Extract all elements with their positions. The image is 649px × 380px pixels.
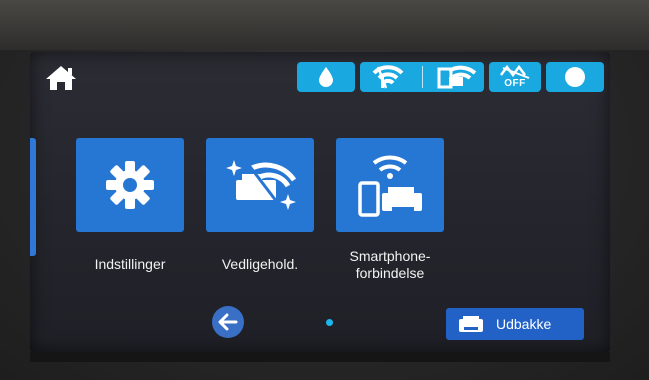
printer-tray-icon xyxy=(459,316,483,332)
wireless-off-label: OFF xyxy=(504,78,526,89)
home-icon xyxy=(46,66,76,90)
wifi-off-icon xyxy=(500,65,530,79)
ink-status-button[interactable] xyxy=(297,62,355,92)
page-edge-indicator xyxy=(30,138,36,256)
touch-screen: OFF Indstillinger Vedligehold. Smartphon… xyxy=(30,52,610,352)
outbox-label: Udbakke xyxy=(496,316,552,332)
printer-top-edge xyxy=(0,0,649,50)
home-button[interactable] xyxy=(40,62,82,94)
extra-status-button[interactable] xyxy=(546,62,604,92)
circle-icon xyxy=(565,67,585,87)
gear-icon xyxy=(106,161,154,209)
maintenance-tile[interactable] xyxy=(206,138,314,232)
back-button[interactable] xyxy=(212,306,244,338)
status-divider xyxy=(421,66,423,88)
wireless-off-button[interactable]: OFF xyxy=(489,62,541,92)
smartphone-connection-icon xyxy=(358,155,422,217)
back-arrow-icon xyxy=(218,313,238,331)
settings-tile[interactable] xyxy=(76,138,184,232)
network-status-button[interactable] xyxy=(360,62,484,92)
maintenance-icon xyxy=(226,160,297,210)
smartphone-connection-tile[interactable] xyxy=(336,138,444,232)
page-indicator-dot xyxy=(326,319,333,326)
wifi-off-icon xyxy=(372,65,403,89)
maintenance-label: Vedligehold. xyxy=(221,256,299,272)
bezel-bottom-edge xyxy=(30,352,610,362)
outbox-button[interactable]: Udbakke xyxy=(446,308,584,340)
status-bar: OFF xyxy=(297,62,604,92)
wifi-direct-icon xyxy=(437,65,476,89)
ink-drop-icon xyxy=(319,67,333,87)
smartphone-connection-label: Smartphone- forbindelse xyxy=(349,248,431,281)
settings-label: Indstillinger xyxy=(94,256,166,272)
